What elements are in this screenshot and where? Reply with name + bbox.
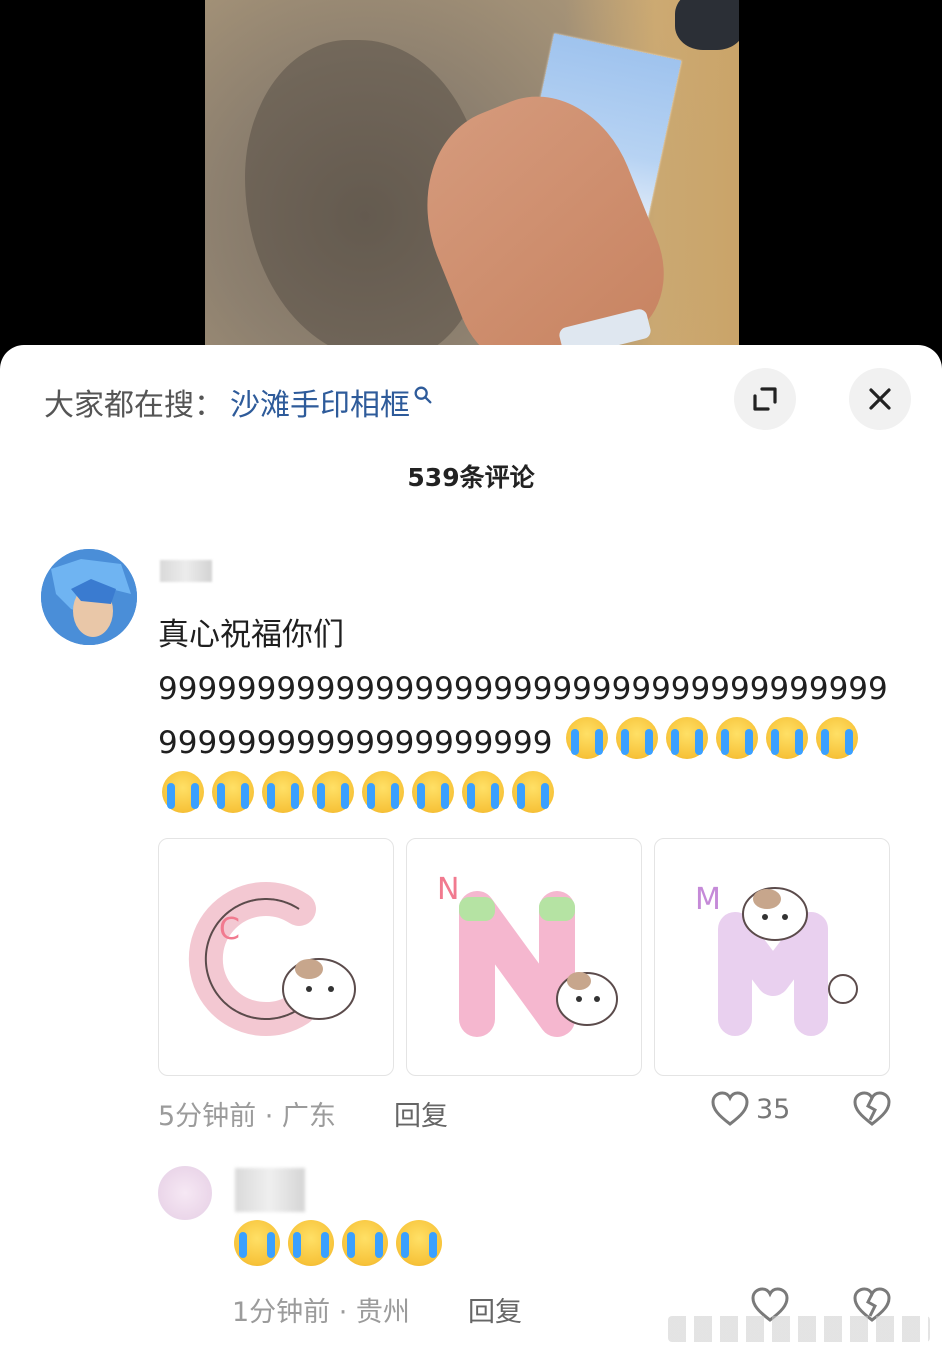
crying-emoji — [362, 771, 404, 813]
username-blurred[interactable] — [160, 560, 212, 582]
crying-emoji — [288, 1220, 334, 1266]
search-prefix: 大家都在搜： — [44, 388, 224, 423]
sticker-m[interactable]: M — [654, 838, 890, 1076]
crying-emoji — [462, 771, 504, 813]
crying-emoji — [816, 717, 859, 759]
crying-emoji — [212, 771, 254, 813]
crying-emoji — [234, 1220, 280, 1266]
reply-emoji-group — [230, 1220, 446, 1270]
search-term-link[interactable]: 沙滩手印相框 — [230, 380, 410, 424]
comment-line: 真心祝福你们 — [158, 617, 344, 653]
shoe — [675, 0, 739, 50]
comment-time-location: 5分钟前 · 广东 — [158, 1101, 336, 1132]
search-suggestion[interactable]: 大家都在搜： 沙滩手印相框 — [44, 380, 434, 424]
video-frame[interactable] — [205, 0, 739, 360]
sticker-letter: C — [219, 912, 240, 947]
cat-letter-sticker: M — [695, 882, 858, 1036]
sticker-row: C N M — [158, 838, 890, 1076]
reply-button[interactable]: 回复 — [394, 1094, 448, 1133]
heart-icon[interactable] — [710, 1090, 750, 1128]
expand-button[interactable] — [734, 368, 796, 430]
crying-emoji — [666, 717, 709, 759]
cat-letter-sticker: N — [437, 872, 618, 1037]
reply-avatar[interactable] — [158, 1166, 212, 1220]
cat-letter-sticker: C — [188, 882, 356, 1036]
crying-emoji — [412, 771, 454, 813]
close-button[interactable] — [849, 368, 911, 430]
crying-emoji — [616, 717, 659, 759]
crying-emoji — [162, 771, 204, 813]
sticker-letter: M — [695, 882, 721, 917]
watermark — [668, 1316, 930, 1342]
avatar-illustration — [41, 549, 137, 645]
like-count: 35 — [756, 1094, 791, 1125]
reply-reply-button[interactable]: 回复 — [468, 1290, 522, 1329]
crying-emoji — [262, 771, 304, 813]
crying-emoji — [512, 771, 554, 813]
crying-emoji — [342, 1220, 388, 1266]
sticker-c[interactable]: C — [158, 838, 394, 1076]
video-area[interactable] — [0, 0, 942, 360]
dislike-icon[interactable] — [852, 1090, 892, 1128]
close-icon — [869, 388, 891, 410]
crying-emoji — [396, 1220, 442, 1266]
avatar[interactable] — [41, 549, 137, 645]
sticker-letter: N — [437, 872, 459, 907]
reply-username-blurred[interactable] — [235, 1168, 305, 1212]
sticker-n[interactable]: N — [406, 838, 642, 1076]
expand-icon — [753, 387, 777, 411]
crying-emoji — [766, 717, 809, 759]
crying-emoji — [312, 771, 354, 813]
comment-text: 真心祝福你们 999999999999999999999999999999999… — [158, 608, 898, 824]
reply-time-location: 1分钟前 · 贵州 — [232, 1297, 410, 1328]
crying-emoji — [716, 717, 759, 759]
crying-emoji — [566, 717, 609, 759]
comment-count-title: 539条评论 — [407, 463, 535, 492]
search-icon[interactable] — [412, 384, 434, 406]
